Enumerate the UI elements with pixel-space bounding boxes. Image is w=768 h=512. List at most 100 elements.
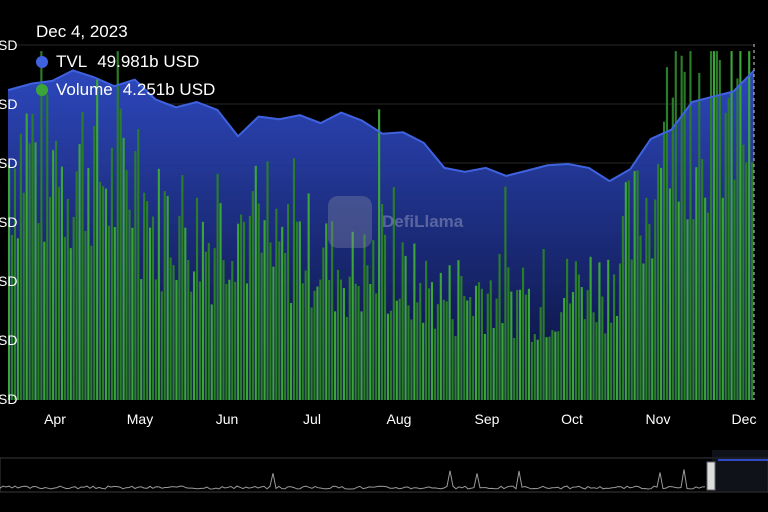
volume-bar (248, 215, 251, 400)
volume-bar (427, 288, 431, 400)
volume-bar (99, 181, 102, 400)
volume-bar (22, 192, 25, 400)
volume-bar (395, 300, 398, 400)
volume-bar (254, 165, 257, 400)
volume-bar (662, 121, 666, 400)
volume-bar (545, 337, 548, 400)
volume-bar (454, 336, 457, 400)
volume-bar (278, 241, 281, 400)
x-axis: Apr May Jun Jul Aug Sep Oct Nov Dec (44, 411, 756, 427)
volume-bar (568, 303, 572, 400)
volume-bar (342, 288, 345, 400)
volume-bar (560, 312, 563, 400)
brush-selection[interactable] (712, 450, 768, 492)
volume-bar (281, 226, 284, 400)
volume-bar (501, 323, 504, 400)
volume-bar (289, 303, 293, 400)
volume-bar (143, 192, 146, 400)
volume-bar (187, 260, 190, 400)
volume-bar (96, 79, 99, 401)
volume-bar (237, 223, 240, 400)
brush-handle-left[interactable] (706, 461, 716, 491)
volume-bar (704, 197, 707, 400)
volume-bar (510, 291, 513, 400)
volume-bar (624, 182, 627, 400)
volume-bar (93, 126, 96, 400)
volume-bar (516, 289, 519, 400)
volume-bar (483, 334, 486, 400)
volume-bar (527, 288, 530, 400)
volume-bar (122, 137, 125, 400)
volume-bar (422, 322, 425, 400)
volume-bar (627, 180, 630, 400)
volume-bar (269, 242, 272, 400)
volume-bar (316, 286, 319, 400)
volume-bar (216, 173, 219, 400)
volume-bar (222, 260, 225, 400)
volume-bar (260, 252, 263, 400)
volume-bar (657, 163, 660, 400)
volume-bar (668, 188, 671, 400)
tooltip-tvl-value: 49.981b USD (97, 52, 200, 71)
volume-bar (607, 259, 610, 400)
volume-bar (742, 144, 745, 400)
volume-bar (707, 212, 710, 400)
data-zoom-brush[interactable] (0, 450, 768, 493)
volume-bar (498, 254, 501, 400)
volume-bar (736, 78, 739, 401)
volume-bar (104, 188, 108, 400)
volume-bar (363, 234, 366, 400)
volume-bar (686, 219, 689, 400)
volume-bar (331, 221, 334, 400)
volume-bar (674, 51, 677, 400)
volume-bar (275, 208, 278, 400)
volume-bar (43, 241, 46, 400)
volume-bar (131, 227, 134, 400)
volume-bar (724, 112, 727, 401)
volume-bar (557, 331, 560, 400)
volume-bar (489, 280, 492, 400)
volume-bar (219, 203, 222, 400)
volume-bar (539, 307, 542, 400)
volume-bar (533, 334, 536, 400)
volume-bar (621, 215, 624, 400)
volume-bar (592, 312, 595, 400)
volume-bar (37, 223, 40, 400)
volume-bar (295, 221, 298, 400)
volume-bar (598, 262, 601, 400)
volume-bar (146, 201, 149, 400)
volume-bar (665, 67, 669, 400)
volume-bar (175, 280, 178, 400)
volume-bar (474, 285, 478, 400)
volume-bar (613, 274, 616, 400)
hover-tooltip: Dec 4, 2023 TVL 49.981b USD Volume 4.251… (36, 22, 215, 104)
volume-bar (287, 204, 290, 400)
defillama-watermark: DefiLlama (328, 196, 463, 248)
x-tick-label: May (127, 411, 153, 427)
volume-bar (351, 231, 354, 400)
volume-bar (63, 236, 66, 400)
volume-bar (301, 283, 304, 400)
volume-bar (52, 150, 55, 400)
volume-bar (401, 242, 404, 400)
volume-bar (404, 255, 407, 400)
volume-bar (310, 307, 313, 400)
volume-bar (322, 247, 325, 400)
volume-bar (430, 282, 434, 400)
volume-bar (618, 263, 622, 400)
volume-bar (193, 271, 196, 400)
volume-bar (677, 201, 680, 400)
volume-bar (266, 161, 269, 400)
volume-bar (78, 144, 81, 400)
volume-bar (671, 97, 674, 400)
y-tick-label: SD (0, 214, 17, 230)
volume-bar (580, 287, 583, 400)
tooltip-volume-label: Volume (56, 80, 113, 99)
volume-bar (19, 133, 22, 400)
volume-bar (107, 225, 110, 400)
tvl-legend-dot-icon (36, 56, 48, 68)
volume-bar (548, 336, 551, 400)
volume-bar (504, 186, 507, 400)
volume-bar (595, 322, 598, 400)
volume-bar (433, 328, 437, 400)
